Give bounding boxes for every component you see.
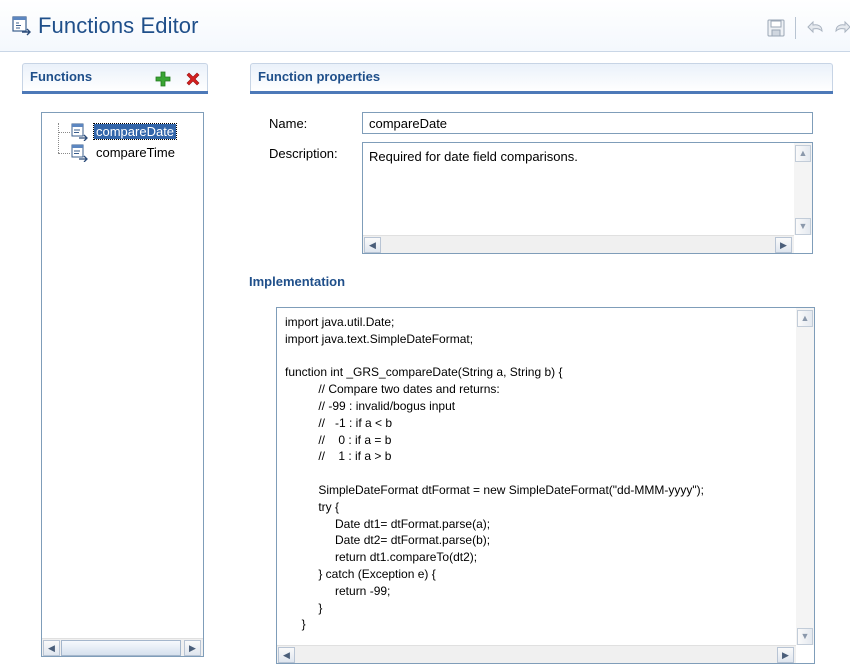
description-horizontal-scrollbar[interactable]: ◀ ▶ <box>363 235 794 253</box>
implementation-title: Implementation <box>249 274 346 289</box>
functions-section-header: Functions <box>22 63 208 94</box>
tree-connector <box>58 132 70 133</box>
scroll-right-button[interactable]: ▶ <box>184 640 201 656</box>
function-icon <box>71 144 88 162</box>
scroll-left-button[interactable]: ◀ <box>364 237 381 253</box>
description-field[interactable]: Required for date field comparisons. ▲ ▼… <box>362 142 813 254</box>
functions-editor-icon <box>12 16 31 36</box>
scroll-down-button[interactable]: ▼ <box>797 628 813 645</box>
tree-horizontal-scrollbar[interactable]: ◀ ▶ <box>42 638 203 656</box>
tree-item-label: compareDate <box>92 123 178 140</box>
scroll-right-button[interactable]: ▶ <box>775 237 792 253</box>
tree-connector <box>58 153 70 154</box>
scroll-up-button[interactable]: ▲ <box>795 145 811 162</box>
function-icon <box>71 123 88 141</box>
code-horizontal-scrollbar[interactable]: ◀ ▶ <box>277 645 796 663</box>
properties-section-title: Function properties <box>258 69 381 84</box>
tree-connector <box>58 123 59 153</box>
code-vertical-scrollbar[interactable]: ▲ ▼ <box>796 308 814 645</box>
properties-section-header: Function properties <box>250 63 833 94</box>
scroll-up-button[interactable]: ▲ <box>797 310 813 327</box>
scroll-down-button[interactable]: ▼ <box>795 218 811 235</box>
description-text: Required for date field comparisons. <box>369 149 578 164</box>
scroll-thumb[interactable] <box>61 640 181 656</box>
implementation-code: import java.util.Date; import java.text.… <box>285 315 704 632</box>
editor-title: Functions Editor <box>38 13 199 38</box>
scroll-right-button[interactable]: ▶ <box>777 647 794 663</box>
undo-icon[interactable] <box>806 18 826 38</box>
editor-title-bar: Functions Editor <box>0 0 850 52</box>
scroll-left-button[interactable]: ◀ <box>278 647 295 663</box>
functions-section-title: Functions <box>30 69 93 84</box>
functions-tree[interactable]: compareDate compareTime ◀ ▶ <box>41 112 204 657</box>
toolbar-separator <box>795 17 796 39</box>
delete-icon[interactable] <box>185 71 201 87</box>
name-field[interactable] <box>362 112 813 134</box>
add-icon[interactable] <box>155 71 171 87</box>
save-icon[interactable] <box>766 18 786 38</box>
scroll-left-button[interactable]: ◀ <box>43 640 60 656</box>
description-vertical-scrollbar[interactable]: ▲ ▼ <box>794 143 812 235</box>
redo-icon[interactable] <box>832 18 850 38</box>
implementation-editor[interactable]: import java.util.Date; import java.text.… <box>276 307 815 664</box>
tree-item-label: compareTime <box>96 145 175 160</box>
name-label: Name: <box>269 116 308 131</box>
description-label: Description: <box>269 146 338 161</box>
